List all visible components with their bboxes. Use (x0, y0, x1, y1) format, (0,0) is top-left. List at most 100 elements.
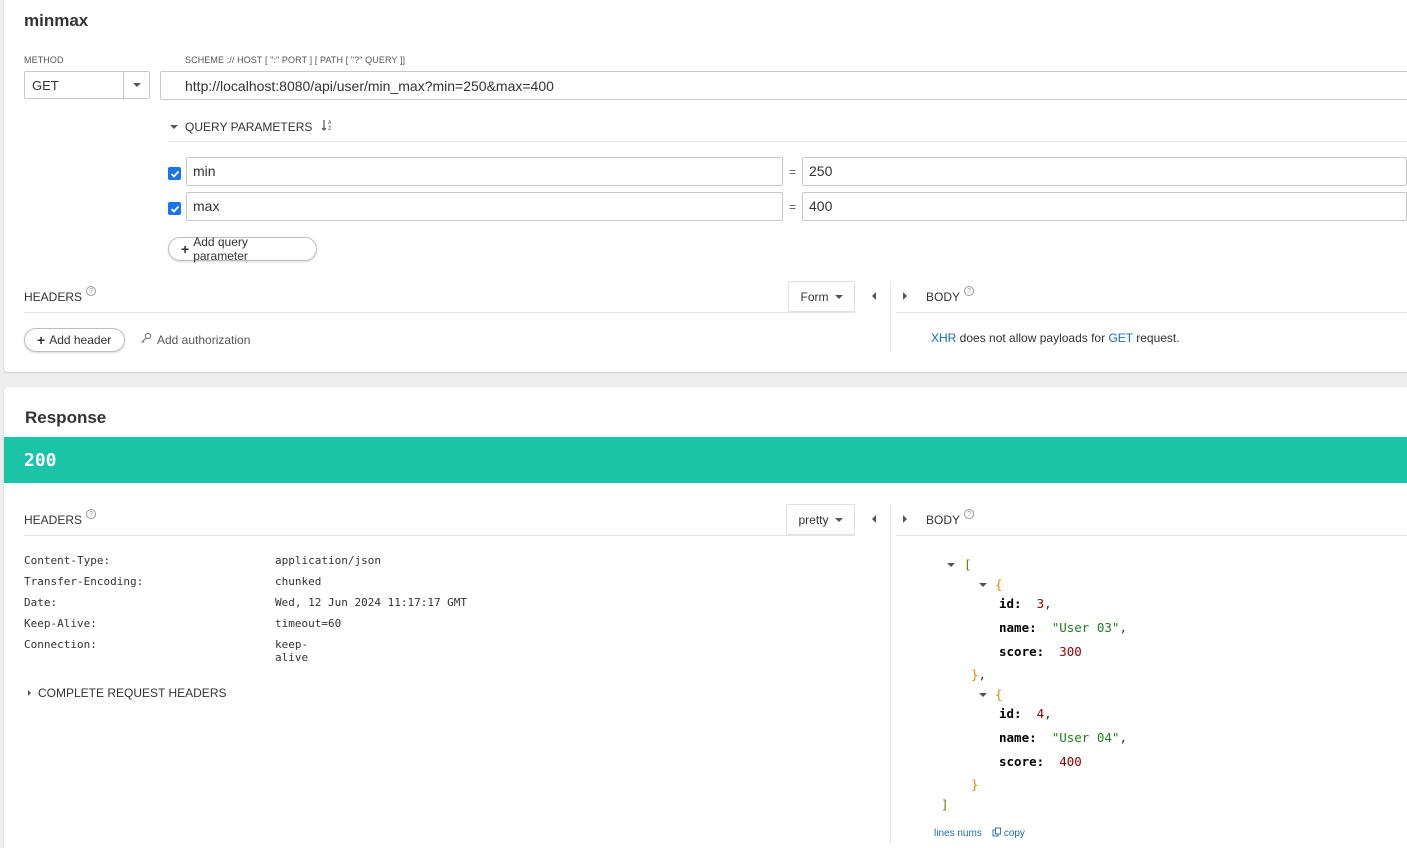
body-message: XHR does not allow payloads for GET requ… (931, 331, 1180, 345)
param-value-input[interactable]: 250 (802, 157, 1407, 186)
collapse-right-icon[interactable] (903, 515, 907, 523)
add-authorization-link[interactable]: Add authorization (140, 332, 250, 347)
help-circle-icon[interactable]: ? (86, 509, 97, 519)
header-row: Connection: keep-alive (24, 638, 324, 664)
chevron-down-icon (834, 294, 843, 299)
collapse-right-icon[interactable] (903, 292, 907, 300)
json-key: id: (999, 706, 1022, 721)
collapse-object-icon[interactable] (979, 693, 987, 697)
header-row: Date: Wed, 12 Jun 2024 11:17:17 GMT (24, 596, 467, 617)
request-body-heading: BODY ? (926, 286, 975, 304)
param-equals: = (789, 200, 797, 214)
url-input[interactable]: http://localhost:8080/api/user/min_max?m… (160, 71, 1407, 100)
body-message-text: does not allow payloads for (956, 331, 1109, 345)
divider (24, 535, 855, 536)
json-key: id: (999, 596, 1022, 611)
method-label: METHOD (24, 55, 64, 65)
header-name: Connection: (24, 638, 97, 651)
query-params-label: QUERY PARAMETERS (185, 119, 313, 134)
copy-link[interactable]: copy (992, 826, 1025, 840)
headers-mode-dropdown[interactable]: Form (788, 281, 855, 312)
complete-request-headers-label: COMPLETE REQUEST HEADERS (38, 686, 227, 700)
status-code: 200 (24, 450, 57, 471)
method-value: GET (32, 78, 59, 93)
plus-icon: + (37, 332, 46, 348)
copy-icon (992, 826, 1002, 840)
response-panel: Response 200 HEADERS ? pretty Content-Ty… (4, 387, 1407, 848)
response-headers-heading: HEADERS ? (24, 509, 97, 527)
divider (896, 535, 1407, 536)
headers-label: HEADERS (24, 513, 83, 527)
response-title: Response (25, 408, 107, 427)
headers-format-value: pretty (798, 512, 829, 527)
get-link[interactable]: GET (1108, 331, 1132, 345)
body-message-end: request. (1132, 331, 1180, 345)
collapse-array-icon[interactable] (947, 563, 955, 567)
add-authorization-label: Add authorization (157, 332, 251, 347)
param-checkbox-max[interactable] (168, 202, 181, 215)
param-checkbox-min[interactable] (168, 167, 181, 180)
response-body-heading: BODY ? (926, 509, 975, 527)
divider (24, 312, 855, 313)
headers-format-dropdown[interactable]: pretty (786, 504, 855, 535)
header-name: Date: (24, 596, 58, 609)
method-select[interactable]: GET (24, 71, 150, 99)
header-name: Content-Type: (24, 554, 111, 567)
json-line: id: 4, (999, 706, 1052, 721)
url-format-label: SCHEME :// HOST [ ":" PORT ] [ PATH [ "?… (185, 55, 406, 65)
body-label: BODY (926, 290, 961, 304)
chevron-down-icon (834, 517, 843, 522)
param-value-input[interactable]: 400 (802, 192, 1407, 221)
array-close-bracket: ] (941, 797, 949, 812)
collapse-left-icon[interactable] (872, 292, 876, 300)
header-name: Keep-Alive: (24, 617, 97, 630)
param-name-input[interactable]: max (186, 192, 783, 221)
chevron-down-icon (170, 124, 178, 129)
lines-nums-link[interactable]: lines nums (934, 828, 982, 839)
header-value: application/json (275, 554, 381, 567)
divider (896, 312, 1407, 313)
param-equals: = (789, 165, 797, 179)
request-title: minmax (24, 11, 89, 30)
plus-icon: + (181, 241, 190, 257)
json-key: score: (999, 754, 1045, 769)
help-circle-icon[interactable]: ? (86, 286, 97, 296)
header-value: Wed, 12 Jun 2024 11:17:17 GMT (275, 596, 468, 609)
request-headers-heading: HEADERS ? (24, 286, 97, 304)
chevron-right-icon (28, 690, 31, 696)
collapse-left-icon[interactable] (872, 515, 876, 523)
add-header-label: Add header (49, 333, 112, 347)
method-dropdown-arrow[interactable] (123, 72, 150, 98)
pane-divider (890, 281, 891, 352)
json-line: id: 3, (999, 596, 1052, 611)
query-params-toggle[interactable]: QUERY PARAMETERS A Z (170, 118, 335, 135)
add-query-param-button[interactable]: + Add query parameter (168, 235, 317, 263)
header-row: Content-Type: application/json (24, 554, 381, 575)
body-label: BODY (926, 513, 961, 527)
help-circle-icon[interactable]: ? (964, 286, 975, 296)
object-open-brace: { (995, 577, 1003, 592)
complete-request-headers-toggle[interactable]: COMPLETE REQUEST HEADERS (28, 686, 226, 700)
json-line: name: "User 04", (999, 730, 1127, 745)
json-line: score: 300 (999, 644, 1082, 659)
headers-label: HEADERS (24, 290, 83, 304)
request-panel: minmax METHOD SCHEME :// HOST [ ":" PORT… (4, 0, 1407, 372)
xhr-link[interactable]: XHR (931, 331, 956, 345)
chevron-down-icon (133, 83, 141, 87)
json-line: score: 400 (999, 754, 1082, 769)
response-headers-list: Content-Type: application/json Transfer-… (24, 554, 467, 664)
json-string: "User 03" (1051, 620, 1120, 635)
header-row: Keep-Alive: timeout=60 (24, 617, 341, 638)
collapse-object-icon[interactable] (979, 583, 987, 587)
json-number: 300 (1059, 644, 1082, 659)
param-name-input[interactable]: min (186, 157, 783, 186)
key-icon (140, 332, 152, 347)
header-value: keep-alive (275, 638, 309, 664)
object-close-brace: }, (971, 667, 987, 682)
sort-az-icon[interactable]: A Z (321, 118, 335, 135)
add-header-button[interactable]: + Add header (24, 328, 125, 352)
add-query-param-label: Add query parameter (193, 235, 248, 263)
help-circle-icon[interactable]: ? (964, 509, 975, 519)
json-string: "User 04" (1051, 730, 1120, 745)
header-value: timeout=60 (275, 617, 342, 630)
